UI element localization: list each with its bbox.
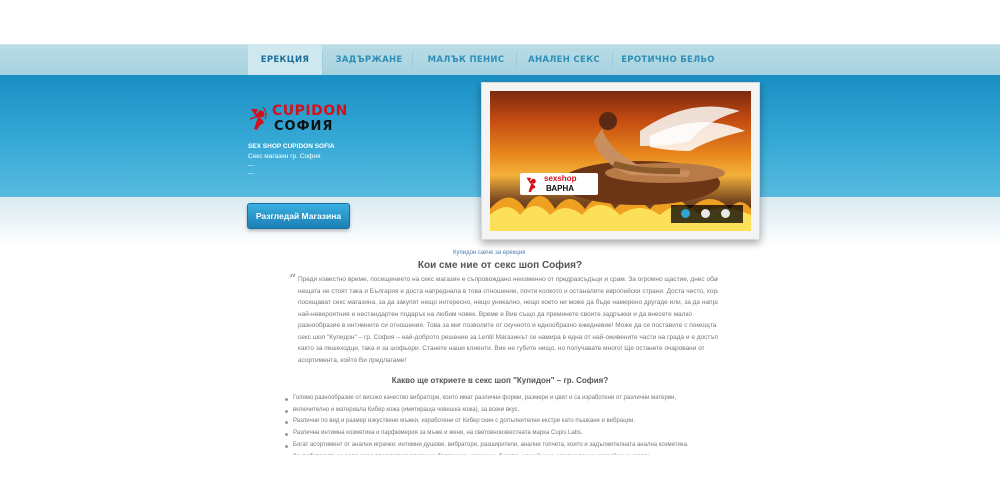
nav-divider	[612, 51, 613, 69]
slider-dot-2[interactable]	[701, 209, 710, 218]
intro-line: нещата не стоят така и България е доста …	[298, 287, 718, 295]
nav-divider	[516, 51, 517, 69]
browse-shop-button[interactable]: Разгледай Магазина	[247, 203, 350, 229]
nav-divider	[412, 51, 413, 69]
badge-city: ВАРНА	[546, 184, 575, 193]
cupid-icon	[249, 106, 267, 130]
slider-dot-1[interactable]	[681, 209, 690, 218]
intro-paragraph: Преди известно време, посещението на сек…	[298, 274, 718, 366]
nav-item-erection[interactable]: ЕРЕКЦИЯ	[248, 45, 322, 75]
badge-text: sexshop	[544, 174, 577, 183]
list-item: включително и материала Кибер кожа (имит…	[285, 405, 725, 417]
intro-line: най-невероятния и нестандартен подарък н…	[298, 310, 692, 318]
intro-heading: Кои сме ние от секс шоп София?	[417, 260, 583, 271]
nav-item-delay[interactable]: ЗАДЪРЖАНЕ	[330, 45, 408, 75]
intro-line: асортимента, който Ви предлагаме!	[298, 356, 407, 364]
intro-line: Преди известно време, посещението на сек…	[298, 276, 718, 283]
logo-city: СОФИЯ	[274, 119, 334, 134]
image-slider: sexshop ВАРНА	[481, 82, 760, 240]
quote-icon: “	[289, 272, 297, 288]
nav-item-lingerie[interactable]: ЕРОТИЧНО БЕЛЬО	[618, 45, 718, 75]
nav-item-small-penis[interactable]: МАЛЪК ПЕНИС	[420, 45, 512, 75]
list-item: Различна интимна козметика и парфюмерия …	[285, 428, 725, 440]
cupid-icon	[526, 177, 536, 193]
list-item: Различни по вид и размер изкуствени мъжк…	[285, 416, 725, 428]
hero-line: ---	[248, 162, 255, 169]
main-nav: ЕРЕКЦИЯ ЗАДЪРЖАНЕ МАЛЪК ПЕНИС АНАЛЕН СЕК…	[0, 44, 1000, 76]
slider-dot-3[interactable]	[721, 209, 730, 218]
top-band	[0, 0, 1000, 44]
intro-line: посещават секс магазина, за да закупят н…	[298, 299, 718, 306]
hero-subtitle: Секс магазин гр. София	[248, 153, 321, 160]
page-bottom	[0, 455, 1000, 500]
nav-divider	[322, 51, 323, 69]
hero-tagline: SEX SHOP CUPIDON SOFIA	[248, 143, 335, 150]
intro-line: разнообразие в интимните си отношения. Т…	[298, 322, 718, 329]
sexshop-varna-badge: sexshop ВАРНА	[520, 173, 598, 195]
hero-line: ---	[248, 170, 255, 177]
site-logo[interactable]: CUPIDON СОФИЯ	[248, 103, 368, 139]
list-item: Голямо разнообразие от високо качество в…	[285, 393, 725, 405]
logo-wordmark: CUPIDON	[272, 103, 348, 119]
slider-pagination	[671, 205, 743, 223]
slider-image[interactable]: sexshop ВАРНА	[490, 91, 751, 231]
list-item: Богат асортимент от анални играчки: инти…	[285, 440, 725, 452]
image-caption-link[interactable]: Купидон сакче за ерекция	[453, 250, 525, 256]
list-heading: Какво ще откриете в секс шоп "Купидон" –…	[391, 376, 609, 385]
intro-line: както за пешеходци, така и за шофьори. С…	[298, 345, 705, 352]
intro-line: секс шоп "Купидон" – гр. София – най-доб…	[298, 333, 718, 341]
nav-item-anal-sex[interactable]: АНАЛЕН СЕКС	[522, 45, 606, 75]
features-list: Голямо разнообразие от високо качество в…	[285, 393, 725, 463]
